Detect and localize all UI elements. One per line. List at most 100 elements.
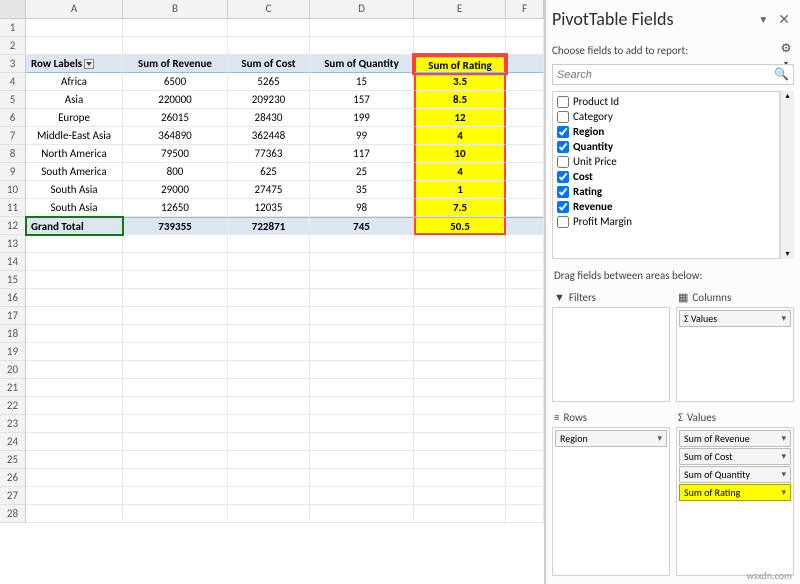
cell[interactable] [506, 127, 544, 145]
cell[interactable] [506, 19, 544, 37]
cell[interactable] [228, 487, 310, 505]
cell[interactable] [26, 379, 123, 397]
col-header-a[interactable]: A [26, 0, 123, 18]
cell[interactable]: 4 [414, 163, 506, 181]
cell[interactable] [26, 451, 123, 469]
cell[interactable]: Sum of Cost [228, 55, 310, 73]
cell[interactable] [228, 253, 310, 271]
cell[interactable] [228, 451, 310, 469]
cell[interactable] [414, 433, 506, 451]
row-header[interactable]: 10 [0, 181, 26, 199]
row-header[interactable]: 18 [0, 325, 26, 343]
rows-dropzone[interactable]: Region▾ [552, 427, 670, 576]
cell[interactable] [506, 487, 544, 505]
cell[interactable] [228, 37, 310, 55]
cell[interactable]: South Asia [26, 199, 123, 217]
cell[interactable]: South Asia [26, 181, 123, 199]
field-item[interactable]: Quantity [555, 139, 777, 154]
fields-list[interactable]: Product IdCategoryRegionQuantityUnit Pri… [552, 91, 780, 259]
cell[interactable] [506, 217, 544, 235]
cell[interactable] [26, 307, 123, 325]
cell[interactable] [506, 307, 544, 325]
cell[interactable] [310, 451, 414, 469]
field-pill[interactable]: Σ Values▾ [679, 310, 791, 327]
cell[interactable] [26, 505, 123, 523]
cell[interactable] [506, 91, 544, 109]
cell[interactable]: 26015 [123, 109, 228, 127]
filter-dropdown-icon[interactable] [84, 59, 94, 69]
field-item[interactable]: Rating [555, 184, 777, 199]
cell[interactable] [123, 307, 228, 325]
cell[interactable] [26, 271, 123, 289]
field-pill[interactable]: Sum of Quantity▾ [679, 466, 791, 483]
row-header[interactable]: 17 [0, 307, 26, 325]
cell[interactable]: Sum of Rating [414, 55, 506, 73]
row-header[interactable]: 6 [0, 109, 26, 127]
cell[interactable] [414, 487, 506, 505]
cell[interactable]: 117 [310, 145, 414, 163]
field-pill[interactable]: Sum of Revenue▾ [679, 430, 791, 447]
cell[interactable] [506, 379, 544, 397]
cell[interactable]: 625 [228, 163, 310, 181]
cell[interactable]: 745 [310, 217, 414, 235]
cell[interactable] [310, 235, 414, 253]
col-header-f[interactable]: F [506, 0, 544, 18]
cell[interactable]: 6500 [123, 73, 228, 91]
cell[interactable] [228, 307, 310, 325]
cell[interactable] [228, 325, 310, 343]
cell[interactable] [506, 37, 544, 55]
cell[interactable] [310, 361, 414, 379]
cell[interactable] [26, 37, 123, 55]
cell[interactable] [414, 307, 506, 325]
cell[interactable] [310, 271, 414, 289]
cell[interactable] [414, 469, 506, 487]
cell[interactable] [506, 361, 544, 379]
field-item[interactable]: Unit Price [555, 154, 777, 169]
cell[interactable] [414, 397, 506, 415]
row-header[interactable]: 22 [0, 397, 26, 415]
cell[interactable] [123, 397, 228, 415]
cell[interactable]: 364890 [123, 127, 228, 145]
gear-icon[interactable]: ⚙ ▾ [778, 42, 794, 58]
cell[interactable] [26, 469, 123, 487]
cell[interactable]: 1 [414, 181, 506, 199]
field-checkbox[interactable] [557, 201, 569, 213]
cell[interactable]: 79500 [123, 145, 228, 163]
fields-scrollbar[interactable]: ▴ ▾ [780, 91, 794, 259]
cell[interactable]: 10 [414, 145, 506, 163]
scroll-up-icon[interactable]: ▴ [785, 91, 789, 101]
field-pill[interactable]: Region▾ [555, 430, 667, 447]
cell[interactable] [506, 397, 544, 415]
field-checkbox[interactable] [557, 111, 569, 123]
cell[interactable] [26, 397, 123, 415]
cell[interactable] [414, 343, 506, 361]
cell[interactable]: 28430 [228, 109, 310, 127]
cell[interactable]: 27475 [228, 181, 310, 199]
cell[interactable]: 12 [414, 109, 506, 127]
cell[interactable]: Grand Total [26, 217, 123, 235]
cell[interactable]: Sum of Revenue [123, 55, 228, 73]
cell[interactable]: Africa [26, 73, 123, 91]
cell[interactable] [310, 343, 414, 361]
field-pill[interactable]: Sum of Rating▾ [679, 484, 791, 501]
row-header[interactable]: 28 [0, 505, 26, 523]
values-dropzone[interactable]: Sum of Revenue▾Sum of Cost▾Sum of Quanti… [676, 427, 794, 576]
field-checkbox[interactable] [557, 126, 569, 138]
cell[interactable]: 3.5 [414, 73, 506, 91]
row-header[interactable]: 4 [0, 73, 26, 91]
cell[interactable] [228, 379, 310, 397]
cell[interactable] [26, 253, 123, 271]
cell[interactable] [310, 433, 414, 451]
cell[interactable] [506, 469, 544, 487]
select-all-corner[interactable] [0, 0, 26, 18]
cell[interactable] [310, 289, 414, 307]
cell[interactable] [506, 73, 544, 91]
col-header-d[interactable]: D [310, 0, 414, 18]
row-header[interactable]: 1 [0, 19, 26, 37]
cell[interactable] [310, 487, 414, 505]
col-header-b[interactable]: B [123, 0, 228, 18]
cell[interactable]: 362448 [228, 127, 310, 145]
cell[interactable]: 4 [414, 127, 506, 145]
field-pill[interactable]: Sum of Cost▾ [679, 448, 791, 465]
cell[interactable] [26, 19, 123, 37]
